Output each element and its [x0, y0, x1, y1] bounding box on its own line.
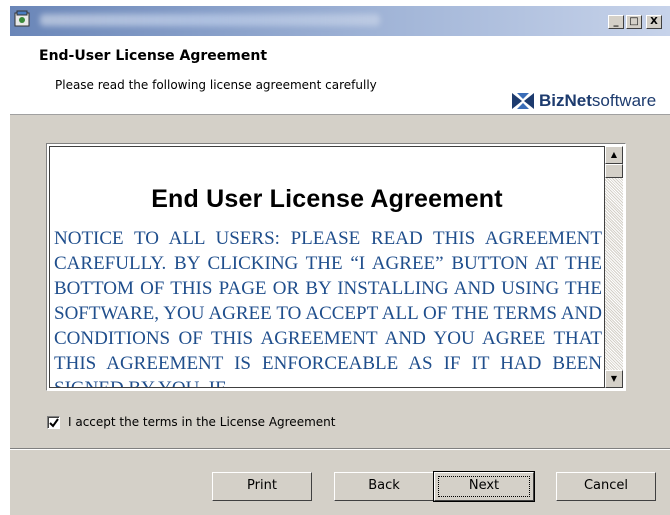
checkmark-icon	[49, 417, 59, 428]
license-text-box[interactable]: End User License Agreement NOTICE TO ALL…	[46, 143, 626, 391]
minimize-button[interactable]: _	[608, 15, 624, 29]
window-title	[40, 14, 380, 26]
back-button[interactable]: Back	[334, 472, 434, 501]
page-subtitle: Please read the following license agreem…	[55, 78, 377, 92]
license-body: NOTICE TO ALL USERS: PLEASE READ THIS AG…	[54, 228, 602, 387]
focus-ring	[438, 476, 530, 497]
scroll-down-button[interactable]: ▼	[605, 370, 623, 388]
scroll-up-button[interactable]: ▲	[605, 146, 623, 164]
accept-terms-checkbox[interactable]	[47, 415, 60, 429]
cancel-button[interactable]: Cancel	[556, 472, 656, 501]
scroll-thumb[interactable]	[605, 164, 623, 178]
button-separator	[10, 448, 670, 450]
next-button[interactable]: Next	[433, 471, 535, 502]
print-button[interactable]: Print	[212, 472, 312, 501]
vertical-scrollbar[interactable]: ▲ ▼	[605, 146, 623, 388]
maximize-button[interactable]: □	[626, 15, 642, 29]
accept-terms-row[interactable]: I accept the terms in the License Agreem…	[47, 415, 335, 429]
page-title: End-User License Agreement	[39, 48, 268, 64]
close-button[interactable]: X	[646, 15, 662, 29]
logo-text: BizNetsoftware	[539, 91, 657, 110]
title-bar[interactable]: _ □ X	[10, 6, 670, 36]
license-heading: End User License Agreement	[151, 185, 503, 213]
installer-icon	[12, 8, 34, 30]
biznet-logo: BizNetsoftware	[510, 90, 656, 112]
license-content: End User License Agreement NOTICE TO ALL…	[49, 146, 605, 388]
dialog-body: End User License Agreement NOTICE TO ALL…	[10, 115, 670, 515]
accept-terms-label: I accept the terms in the License Agreem…	[68, 415, 336, 429]
dialog-header: End-User License Agreement Please read t…	[10, 36, 670, 115]
logo-mark-icon	[512, 93, 534, 109]
